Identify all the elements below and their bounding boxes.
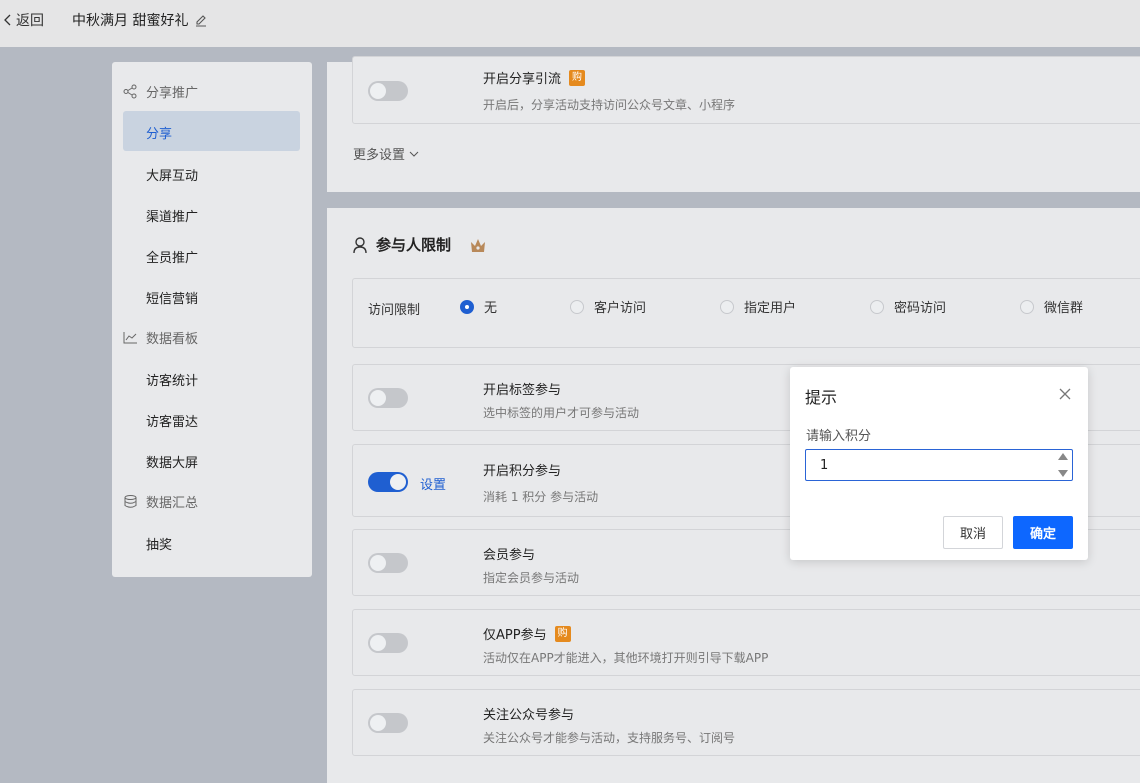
row-desc: 开启后，分享活动支持访问公众号文章、小程序 (483, 98, 736, 112)
line-chart-icon (123, 332, 137, 344)
radio-label: 无 (484, 301, 498, 316)
share-settings-card: 开启分享引流 购 开启后，分享活动支持访问公众号文章、小程序 更多设置 (327, 56, 1140, 192)
decrement-arrow-icon[interactable] (1058, 470, 1068, 477)
close-icon[interactable] (1058, 387, 1072, 401)
tag-participation-toggle[interactable] (368, 388, 408, 408)
sidebar-group-label: 数据汇总 (146, 496, 199, 511)
radio-label: 客户访问 (594, 301, 647, 316)
share-traffic-row: 开启分享引流 购 开启后，分享活动支持访问公众号文章、小程序 (352, 56, 1140, 124)
sidebar: 分享推广 分享 大屏互动 渠道推广 全员推广 短信营销 数据看板 访客统计 访客… (112, 62, 312, 577)
sidebar-group-label: 数据看板 (146, 332, 199, 347)
back-label: 返回 (16, 13, 44, 29)
page-title: 中秋满月 甜蜜好礼 (72, 10, 208, 30)
sidebar-item-sms-marketing[interactable]: 短信营销 (146, 288, 198, 307)
cancel-button[interactable]: 取消 (943, 516, 1003, 549)
row-desc: 活动仅在APP才能进入，其他环境打开则引导下载APP (483, 651, 769, 665)
sidebar-item-data-screen[interactable]: 数据大屏 (146, 452, 198, 471)
top-bar: 返回 中秋满月 甜蜜好礼 (0, 0, 1140, 47)
user-icon (353, 236, 367, 253)
points-participation-toggle[interactable] (368, 472, 408, 492)
share-traffic-toggle[interactable] (368, 81, 408, 101)
more-settings-button[interactable]: 更多设置 (353, 144, 419, 163)
points-dialog: 提示 请输入积分 取消 确定 (790, 367, 1088, 560)
purchase-badge: 购 (554, 625, 571, 642)
access-radio-customer[interactable]: 客户访问 (570, 297, 646, 316)
row-title: 开启积分参与 (483, 464, 562, 479)
access-limit-label: 访问限制 (368, 303, 421, 318)
sidebar-group-share: 分享推广 (123, 82, 198, 101)
app-only-toggle[interactable] (368, 633, 408, 653)
sidebar-item-visitor-stats[interactable]: 访客统计 (146, 370, 198, 389)
increment-arrow-icon[interactable] (1058, 453, 1068, 460)
sidebar-group-summary: 数据汇总 (123, 492, 198, 511)
row-desc: 消耗 1 积分 参与活动 (483, 490, 599, 504)
member-participation-toggle[interactable] (368, 553, 408, 573)
more-settings-label: 更多设置 (353, 148, 406, 163)
row-title: 开启标签参与 (483, 383, 562, 398)
points-settings-link[interactable]: 设置 (420, 474, 446, 493)
section-title-text: 参与人限制 (376, 236, 452, 254)
purchase-badge: 购 (569, 69, 586, 86)
points-number-input (805, 449, 1073, 481)
access-radio-none[interactable]: 无 (460, 297, 497, 316)
sidebar-item-label: 分享 (146, 127, 173, 142)
access-radio-specified-user[interactable]: 指定用户 (720, 297, 796, 316)
row-desc: 指定会员参与活动 (483, 571, 580, 585)
row-desc: 选中标签的用户才可参与活动 (483, 406, 640, 420)
row-title: 仅APP参与 购 (483, 624, 571, 643)
sidebar-group-dashboard: 数据看板 (123, 328, 198, 347)
radio-dot (460, 299, 474, 314)
row-title: 开启分享引流 购 (483, 68, 586, 87)
radio-dot (1020, 299, 1034, 314)
sidebar-item-screen-interaction[interactable]: 大屏互动 (146, 165, 198, 184)
radio-dot (570, 299, 584, 314)
back-button[interactable]: 返回 (2, 10, 44, 30)
chevron-down-icon (409, 151, 419, 157)
row-title-text: 仅APP参与 (483, 628, 547, 643)
follow-account-row: 关注公众号参与 关注公众号才能参与活动，支持服务号、订阅号 (352, 689, 1140, 756)
row-title-text: 开启分享引流 (483, 72, 562, 87)
radio-dot (720, 299, 734, 314)
edit-icon[interactable] (194, 13, 208, 27)
radio-label: 指定用户 (744, 301, 797, 316)
sidebar-item-visitor-radar[interactable]: 访客雷达 (146, 411, 198, 430)
share-icon (123, 84, 137, 99)
radio-label: 密码访问 (894, 301, 947, 316)
section-title: 参与人限制 (352, 234, 487, 255)
row-title: 会员参与 (483, 548, 536, 563)
sidebar-group-label: 分享推广 (146, 86, 199, 101)
row-desc: 关注公众号才能参与活动，支持服务号、订阅号 (483, 731, 736, 745)
dialog-title: 提示 (805, 388, 838, 407)
access-radio-password[interactable]: 密码访问 (870, 297, 946, 316)
sidebar-item-lottery[interactable]: 抽奖 (146, 534, 172, 553)
points-input-label: 请输入积分 (806, 429, 872, 444)
sidebar-item-staff-promotion[interactable]: 全员推广 (146, 247, 198, 266)
follow-account-toggle[interactable] (368, 713, 408, 733)
app-only-row: 仅APP参与 购 活动仅在APP才能进入，其他环境打开则引导下载APP (352, 609, 1140, 676)
crown-icon (471, 238, 486, 252)
radio-label: 微信群 (1044, 301, 1084, 316)
confirm-button[interactable]: 确定 (1013, 516, 1073, 549)
page-title-text: 中秋满月 甜蜜好礼 (72, 13, 189, 29)
points-input[interactable] (806, 450, 1036, 480)
row-title: 关注公众号参与 (483, 708, 575, 723)
access-limit-box: 访问限制 无 客户访问 指定用户 密码访问 微信群 (352, 278, 1140, 348)
database-icon (124, 495, 137, 508)
sidebar-item-share[interactable]: 分享 (123, 111, 300, 151)
chevron-left-icon (4, 14, 11, 26)
radio-dot (870, 299, 884, 314)
access-radio-wechat-group[interactable]: 微信群 (1020, 297, 1083, 316)
sidebar-item-channel-promotion[interactable]: 渠道推广 (146, 206, 198, 225)
